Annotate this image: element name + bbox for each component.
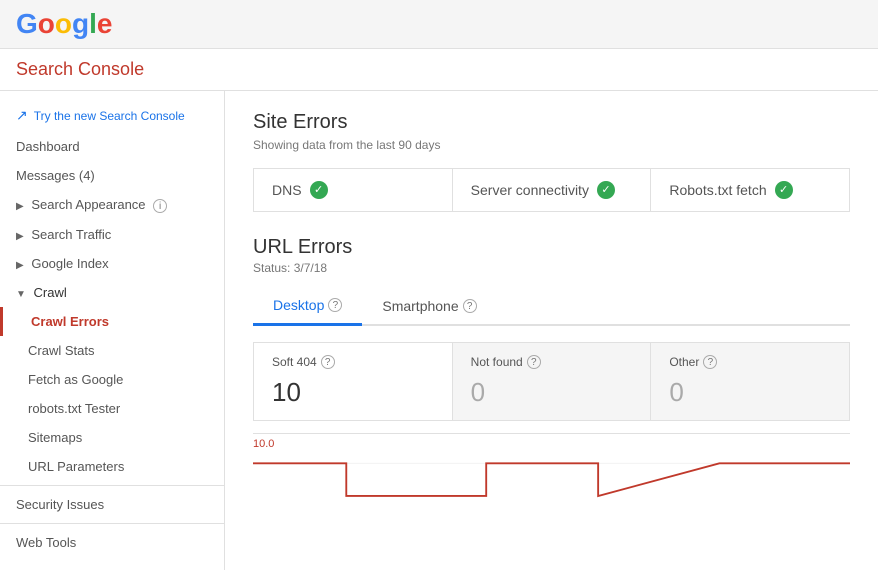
dns-check-icon: ✓ bbox=[310, 181, 328, 199]
url-errors-section: URL Errors Status: 3/7/18 Desktop ? Smar… bbox=[253, 236, 850, 515]
sidebar-item-search-traffic-label: Search Traffic bbox=[31, 227, 111, 242]
sidebar-item-sitemaps[interactable]: Sitemaps bbox=[0, 423, 224, 452]
sidebar-item-url-parameters[interactable]: URL Parameters bbox=[0, 452, 224, 481]
sidebar-item-robots-txt-tester-label: robots.txt Tester bbox=[28, 401, 120, 416]
sidebar-divider-2 bbox=[0, 523, 224, 524]
search-appearance-info-icon: i bbox=[153, 199, 167, 213]
site-error-cards: DNS ✓ Server connectivity ✓ Robots.txt f… bbox=[253, 168, 850, 212]
try-new-search-console-link[interactable]: ↗ Try the new Search Console bbox=[0, 99, 224, 132]
sidebar-item-web-tools[interactable]: Web Tools bbox=[0, 528, 224, 557]
chart-svg bbox=[253, 452, 850, 512]
soft-404-card[interactable]: Soft 404 ? 10 bbox=[254, 343, 453, 420]
logo-letter-e: e bbox=[97, 8, 113, 40]
not-found-help-icon[interactable]: ? bbox=[527, 355, 541, 369]
header: G o o g l e bbox=[0, 0, 878, 49]
site-errors-title: Site Errors bbox=[253, 111, 850, 134]
desktop-tab[interactable]: Desktop ? bbox=[253, 287, 362, 326]
logo-letter-o2: o bbox=[55, 8, 72, 40]
sidebar-item-crawl-errors-label: Crawl Errors bbox=[31, 314, 109, 329]
logo-letter-g: G bbox=[16, 8, 38, 40]
try-new-label: Try the new Search Console bbox=[34, 109, 185, 123]
other-help-icon[interactable]: ? bbox=[703, 355, 717, 369]
external-link-icon: ↗ bbox=[16, 107, 28, 124]
other-label: Other ? bbox=[669, 355, 831, 369]
arrow-down-icon: ▼ bbox=[16, 289, 26, 300]
robots-txt-fetch-label: Robots.txt fetch bbox=[669, 182, 766, 198]
soft-404-label-text: Soft 404 bbox=[272, 355, 317, 369]
sidebar-item-url-parameters-label: URL Parameters bbox=[28, 459, 124, 474]
site-errors-section: Site Errors Showing data from the last 9… bbox=[253, 111, 850, 212]
sidebar-item-search-appearance-label: Search Appearance bbox=[31, 197, 145, 212]
sidebar-item-robots-txt-tester[interactable]: robots.txt Tester bbox=[0, 394, 224, 423]
chart-line bbox=[253, 463, 850, 496]
soft-404-label: Soft 404 ? bbox=[272, 355, 434, 369]
sidebar-item-messages[interactable]: Messages (4) bbox=[0, 161, 224, 190]
soft-404-value: 10 bbox=[272, 377, 434, 408]
logo-letter-o1: o bbox=[38, 8, 55, 40]
url-error-stat-cards: Soft 404 ? 10 Not found ? 0 Other ? bbox=[253, 342, 850, 421]
arrow-right-icon: ▶ bbox=[16, 201, 24, 212]
google-logo: G o o g l e bbox=[16, 8, 112, 40]
sidebar-divider bbox=[0, 485, 224, 486]
server-connectivity-card[interactable]: Server connectivity ✓ bbox=[453, 169, 652, 211]
desktop-tab-label: Desktop bbox=[273, 297, 324, 313]
smartphone-help-icon[interactable]: ? bbox=[463, 299, 477, 313]
sidebar-item-crawl-label: Crawl bbox=[34, 285, 67, 300]
sidebar-item-security-issues[interactable]: Security Issues bbox=[0, 490, 224, 519]
other-label-text: Other bbox=[669, 355, 699, 369]
sidebar-item-crawl[interactable]: ▼ Crawl bbox=[0, 278, 224, 307]
soft-404-help-icon[interactable]: ? bbox=[321, 355, 335, 369]
other-value: 0 bbox=[669, 377, 831, 408]
robots-txt-fetch-card[interactable]: Robots.txt fetch ✓ bbox=[651, 169, 849, 211]
logo-letter-l: l bbox=[89, 8, 97, 40]
sidebar-item-security-issues-label: Security Issues bbox=[16, 497, 104, 512]
sidebar-item-google-index-label: Google Index bbox=[31, 256, 108, 271]
url-errors-tabs: Desktop ? Smartphone ? bbox=[253, 287, 850, 326]
chart-y-label: 10.0 bbox=[253, 438, 850, 450]
not-found-value: 0 bbox=[471, 377, 633, 408]
chart-area: 10.0 bbox=[253, 433, 850, 515]
arrow-right-icon: ▶ bbox=[16, 260, 24, 271]
layout: ↗ Try the new Search Console Dashboard M… bbox=[0, 91, 878, 570]
sidebar-item-fetch-as-google[interactable]: Fetch as Google bbox=[0, 365, 224, 394]
desktop-help-icon[interactable]: ? bbox=[328, 298, 342, 312]
not-found-card[interactable]: Not found ? 0 bbox=[453, 343, 652, 420]
not-found-label: Not found ? bbox=[471, 355, 633, 369]
sidebar-item-google-index[interactable]: ▶ Google Index bbox=[0, 249, 224, 278]
server-connectivity-check-icon: ✓ bbox=[597, 181, 615, 199]
sidebar-item-web-tools-label: Web Tools bbox=[16, 535, 76, 550]
sidebar-item-crawl-stats-label: Crawl Stats bbox=[28, 343, 94, 358]
search-console-title: Search Console bbox=[16, 59, 144, 79]
sub-header: Search Console bbox=[0, 49, 878, 91]
other-card[interactable]: Other ? 0 bbox=[651, 343, 849, 420]
sidebar-item-crawl-stats[interactable]: Crawl Stats bbox=[0, 336, 224, 365]
dns-card[interactable]: DNS ✓ bbox=[254, 169, 453, 211]
sidebar-item-sitemaps-label: Sitemaps bbox=[28, 430, 82, 445]
sidebar-item-search-traffic[interactable]: ▶ Search Traffic bbox=[0, 220, 224, 249]
sidebar-item-crawl-errors[interactable]: Crawl Errors bbox=[0, 307, 224, 336]
sidebar-item-search-appearance[interactable]: ▶ Search Appearance i bbox=[0, 190, 224, 220]
url-errors-title: URL Errors bbox=[253, 236, 850, 259]
robots-txt-fetch-check-icon: ✓ bbox=[775, 181, 793, 199]
url-errors-status: Status: 3/7/18 bbox=[253, 261, 850, 275]
not-found-label-text: Not found bbox=[471, 355, 523, 369]
sidebar: ↗ Try the new Search Console Dashboard M… bbox=[0, 91, 225, 570]
site-errors-subtitle: Showing data from the last 90 days bbox=[253, 138, 850, 152]
smartphone-tab[interactable]: Smartphone ? bbox=[362, 287, 496, 324]
sidebar-item-fetch-as-google-label: Fetch as Google bbox=[28, 372, 123, 387]
dns-label: DNS bbox=[272, 182, 302, 198]
server-connectivity-label: Server connectivity bbox=[471, 182, 589, 198]
sidebar-item-messages-label: Messages (4) bbox=[16, 168, 95, 183]
sidebar-item-dashboard-label: Dashboard bbox=[16, 139, 80, 154]
main-content: Site Errors Showing data from the last 9… bbox=[225, 91, 878, 570]
smartphone-tab-label: Smartphone bbox=[382, 298, 458, 314]
logo-letter-g2: g bbox=[72, 8, 89, 40]
arrow-right-icon: ▶ bbox=[16, 231, 24, 242]
sidebar-item-dashboard[interactable]: Dashboard bbox=[0, 132, 224, 161]
